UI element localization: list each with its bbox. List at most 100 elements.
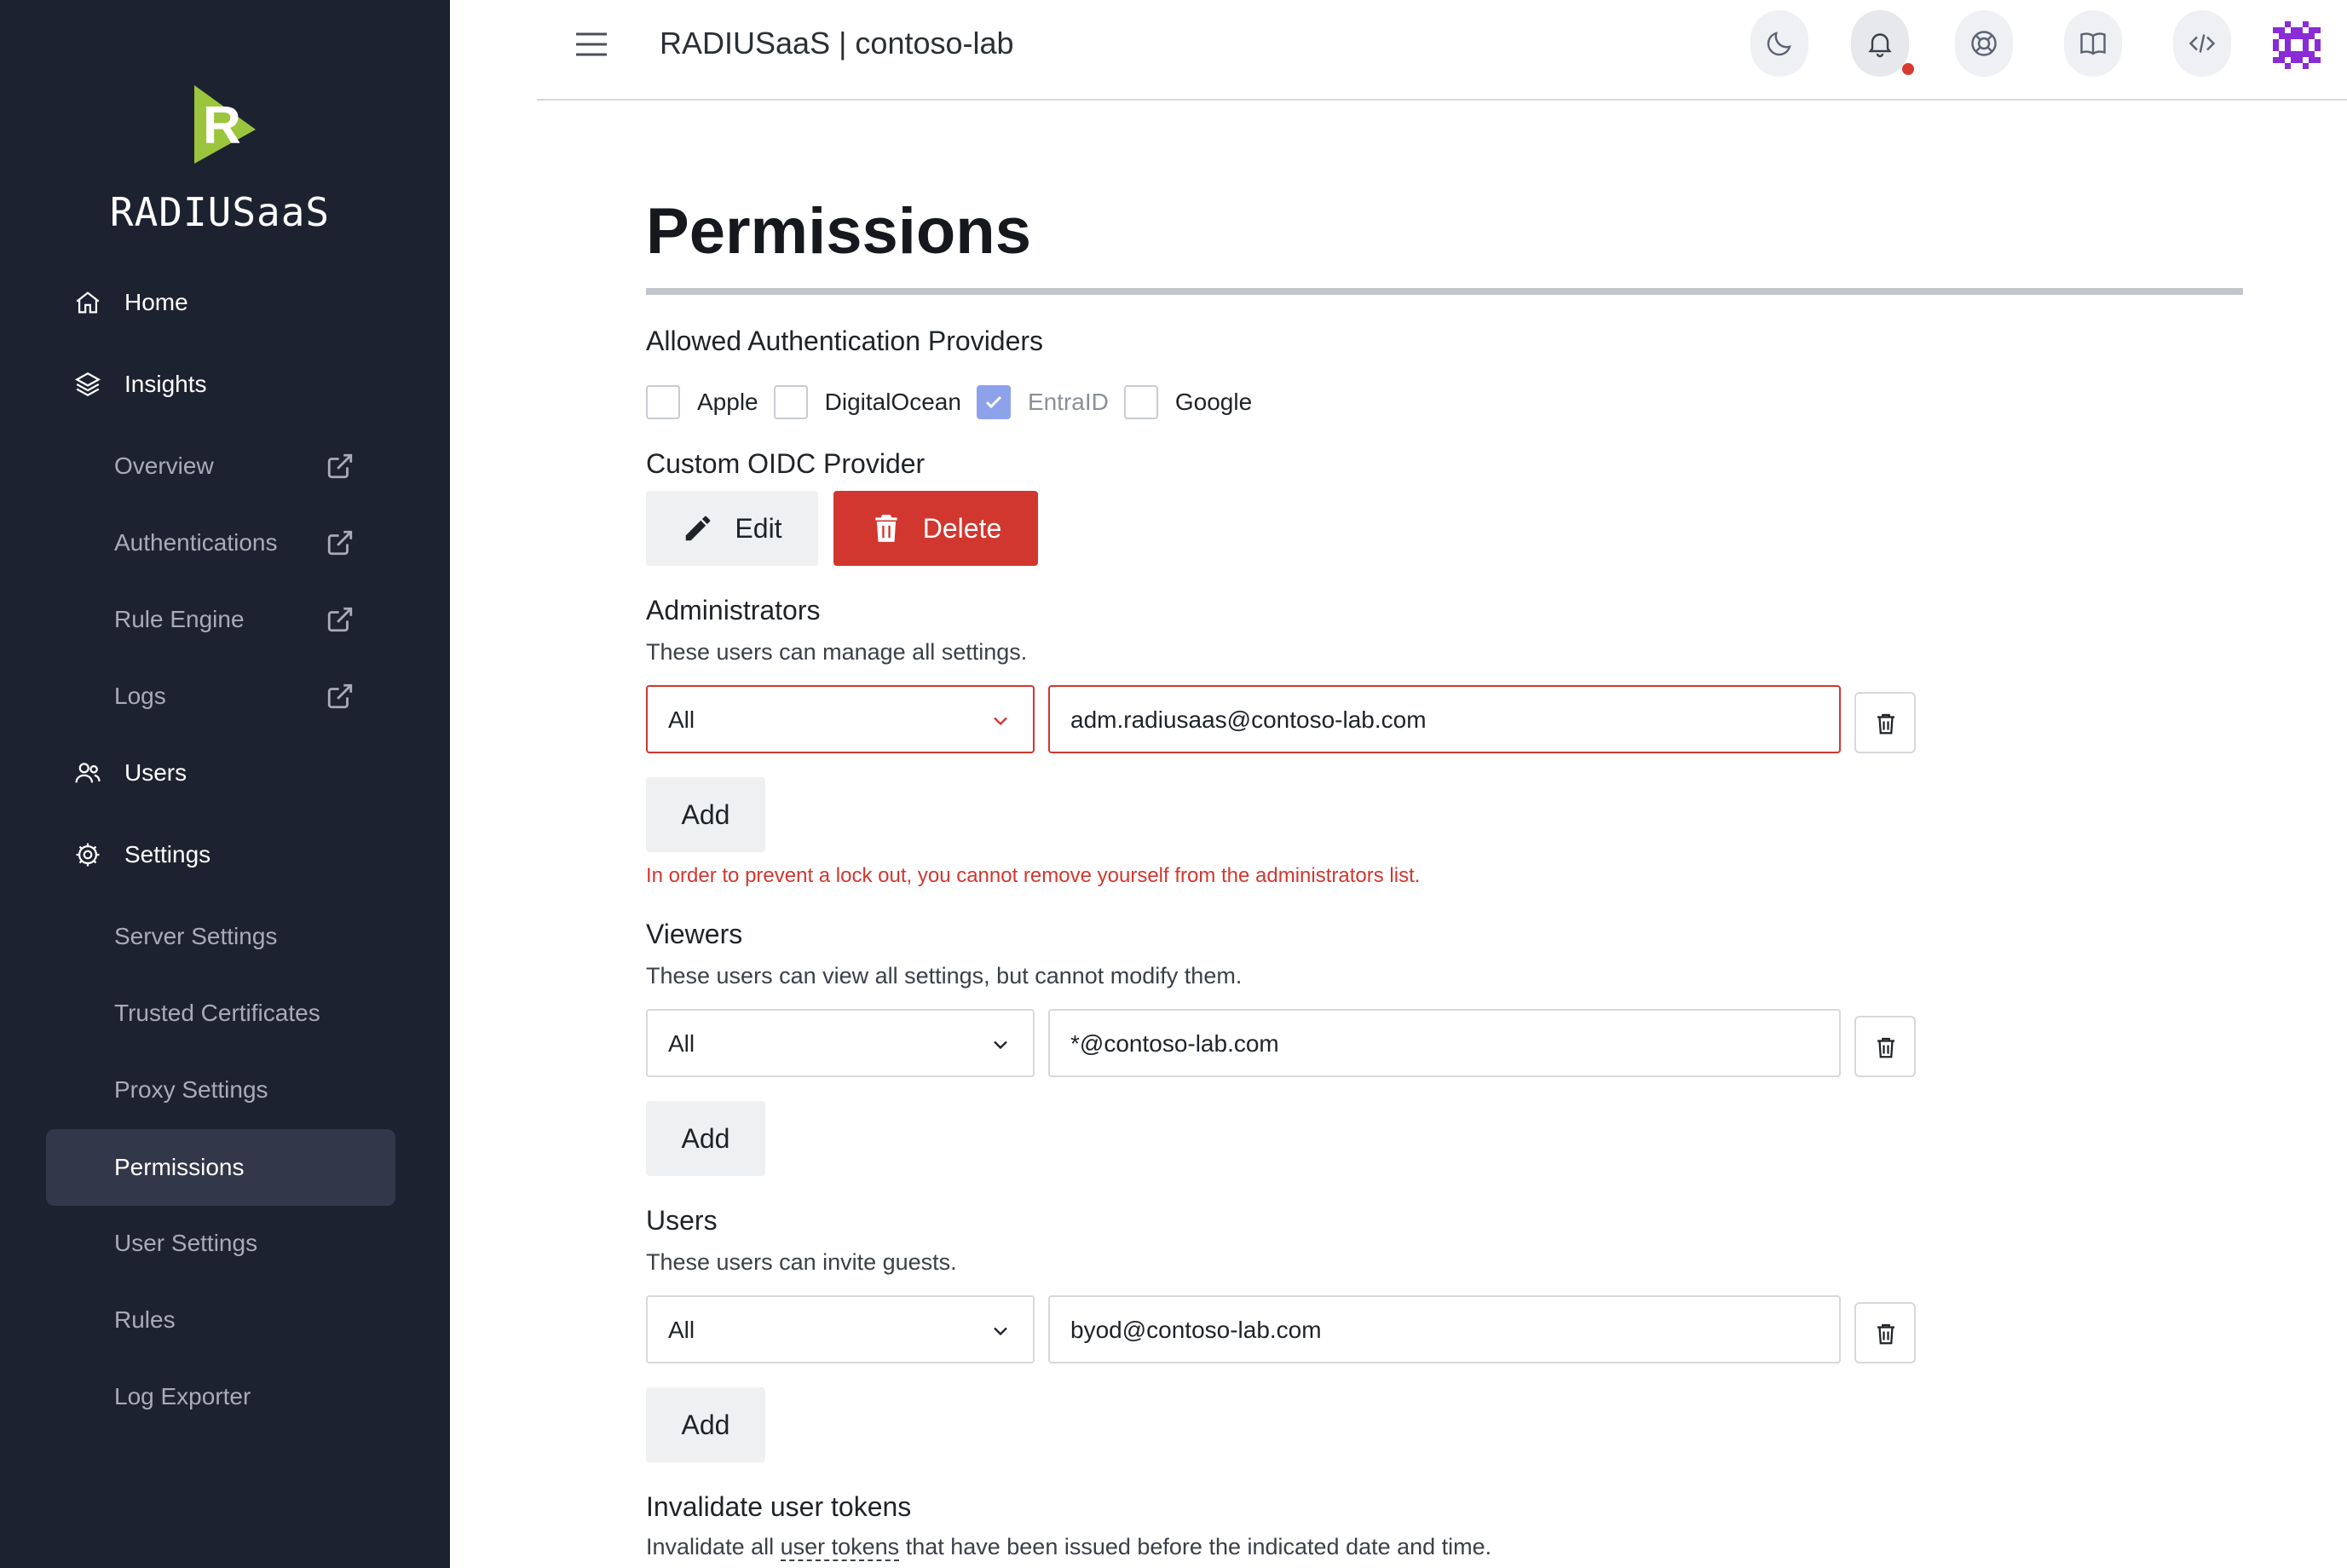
remove-viewer-button[interactable] <box>1854 1016 1916 1077</box>
sidebar-item-insights[interactable]: Insights <box>0 355 450 414</box>
lockout-error-message: In order to prevent a lock out, you cann… <box>646 864 1421 887</box>
moon-icon <box>1767 32 1791 56</box>
external-link-icon <box>327 530 353 556</box>
layers-icon <box>74 372 101 397</box>
external-link-icon <box>327 683 353 709</box>
sidebar-item-permissions[interactable]: Permissions <box>46 1129 395 1206</box>
trash-icon <box>1877 1323 1894 1345</box>
checkmark-icon <box>985 395 1001 409</box>
sidebar-item-label: Rule Engine <box>114 606 245 632</box>
menu-icon[interactable] <box>573 27 610 61</box>
user-tokens-tooltip-link[interactable]: user tokens <box>780 1534 900 1561</box>
edit-oidc-button[interactable]: Edit <box>646 491 818 566</box>
administrators-description: These users can manage all settings. <box>646 639 1028 665</box>
remove-administrator-button[interactable] <box>1854 692 1916 753</box>
sidebar-item-rule-engine[interactable]: Rule Engine <box>0 590 450 649</box>
trash-icon <box>1877 713 1894 735</box>
sidebar-item-label: Proxy Settings <box>114 1076 268 1103</box>
sidebar-item-label: Permissions <box>114 1154 245 1180</box>
users-description: These users can invite guests. <box>646 1249 957 1275</box>
docs-button[interactable] <box>2064 10 2122 77</box>
sidebar-item-proxy-settings[interactable]: Proxy Settings <box>0 1060 450 1120</box>
desc-text: Invalidate all <box>646 1534 781 1559</box>
entraid-checkbox[interactable] <box>976 385 1011 419</box>
add-administrator-button[interactable]: Add <box>646 777 765 852</box>
viewers-scope-select[interactable]: All <box>646 1009 1035 1077</box>
external-link-icon <box>327 607 353 632</box>
notifications-button[interactable] <box>1851 10 1909 77</box>
select-value: All <box>668 1030 695 1057</box>
external-link-icon <box>327 453 353 479</box>
sidebar-item-label: Log Exporter <box>114 1383 251 1409</box>
administrators-email-input[interactable]: adm.radiusaas@contoso-lab.com <box>1048 685 1841 753</box>
invalidate-tokens-description: Invalidate all user tokens that have bee… <box>646 1534 1492 1561</box>
sidebar-item-authentications[interactable]: Authentications <box>0 513 450 573</box>
users-scope-select[interactable]: All <box>646 1295 1035 1363</box>
input-value: byod@contoso-lab.com <box>1070 1317 1322 1343</box>
sidebar-item-log-exporter[interactable]: Log Exporter <box>0 1367 450 1427</box>
apple-checkbox[interactable] <box>646 385 680 419</box>
sidebar-item-home[interactable]: Home <box>0 273 450 332</box>
administrators-title: Administrators <box>646 595 821 625</box>
custom-oidc-title: Custom OIDC Provider <box>646 448 926 479</box>
add-viewer-button[interactable]: Add <box>646 1101 765 1176</box>
administrators-scope-select[interactable]: All <box>646 685 1035 753</box>
users-title: Users <box>646 1205 718 1236</box>
sidebar-item-label: Logs <box>114 683 166 709</box>
sidebar-item-overview[interactable]: Overview <box>0 436 450 496</box>
input-value: adm.radiusaas@contoso-lab.com <box>1070 706 1427 733</box>
edit-button-label: Edit <box>735 512 782 544</box>
sidebar-item-rules[interactable]: Rules <box>0 1290 450 1350</box>
help-button[interactable] <box>1955 10 2013 77</box>
remove-user-button[interactable] <box>1854 1302 1916 1363</box>
page-title: Permissions <box>646 195 1031 268</box>
avatar[interactable] <box>2267 15 2327 75</box>
delete-oidc-button[interactable]: Delete <box>833 491 1038 566</box>
trash-icon <box>875 515 897 542</box>
theme-toggle-button[interactable] <box>1750 10 1808 77</box>
gear-icon <box>76 843 100 867</box>
select-value: All <box>668 1317 695 1343</box>
sidebar-item-label: User Settings <box>114 1230 258 1256</box>
digitalocean-checkbox-label: DigitalOcean <box>824 389 961 415</box>
book-icon <box>2080 32 2106 55</box>
sidebar-item-server-settings[interactable]: Server Settings <box>0 907 450 966</box>
sidebar-item-logs[interactable]: Logs <box>0 666 450 726</box>
sidebar-item-label: Rules <box>114 1306 176 1333</box>
sidebar-item-label: Authentications <box>114 529 278 556</box>
add-user-button[interactable]: Add <box>646 1387 765 1462</box>
users-email-input[interactable]: byod@contoso-lab.com <box>1048 1295 1841 1363</box>
brand-name: RADIUSaaS <box>109 189 331 235</box>
auth-providers-title: Allowed Authentication Providers <box>646 326 1044 356</box>
viewers-email-input[interactable]: *@contoso-lab.com <box>1048 1009 1841 1077</box>
radiusaas-logo-icon: R <box>194 85 256 164</box>
sidebar-item-label: Server Settings <box>114 923 278 949</box>
sidebar: R RADIUSaaS Home Insights Overview Authe… <box>0 0 450 1568</box>
sidebar-item-user-settings[interactable]: User Settings <box>0 1213 450 1273</box>
google-checkbox-label: Google <box>1174 389 1253 415</box>
select-value: All <box>668 706 695 733</box>
pencil-icon <box>686 516 711 541</box>
sidebar-item-settings[interactable]: Settings <box>0 825 450 885</box>
sidebar-item-label: Settings <box>124 841 211 868</box>
sidebar-item-label: Home <box>124 289 188 315</box>
input-value: *@contoso-lab.com <box>1070 1030 1279 1057</box>
auth-providers-checkboxes: Apple DigitalOcean EntraID Google <box>646 383 1267 421</box>
delete-button-label: Delete <box>922 512 1002 544</box>
sidebar-item-trusted-certificates[interactable]: Trusted Certificates <box>0 983 450 1043</box>
notification-badge <box>1902 63 1914 75</box>
invalidate-tokens-title: Invalidate user tokens <box>646 1491 912 1522</box>
chevron-down-icon <box>994 717 1007 726</box>
entraid-checkbox-label: EntraID <box>1027 389 1109 415</box>
google-checkbox[interactable] <box>1123 385 1158 419</box>
api-button[interactable] <box>2173 10 2231 77</box>
trash-icon <box>1877 1037 1894 1058</box>
sidebar-item-label: Insights <box>124 371 207 397</box>
code-icon <box>2188 34 2216 53</box>
viewers-title: Viewers <box>646 919 743 949</box>
digitalocean-checkbox[interactable] <box>773 385 808 419</box>
sidebar-item-users[interactable]: Users <box>0 743 450 803</box>
desc-text: that have been issued before the indicat… <box>899 1534 1492 1559</box>
apple-checkbox-label: Apple <box>697 389 758 415</box>
logo: R <box>0 82 450 167</box>
